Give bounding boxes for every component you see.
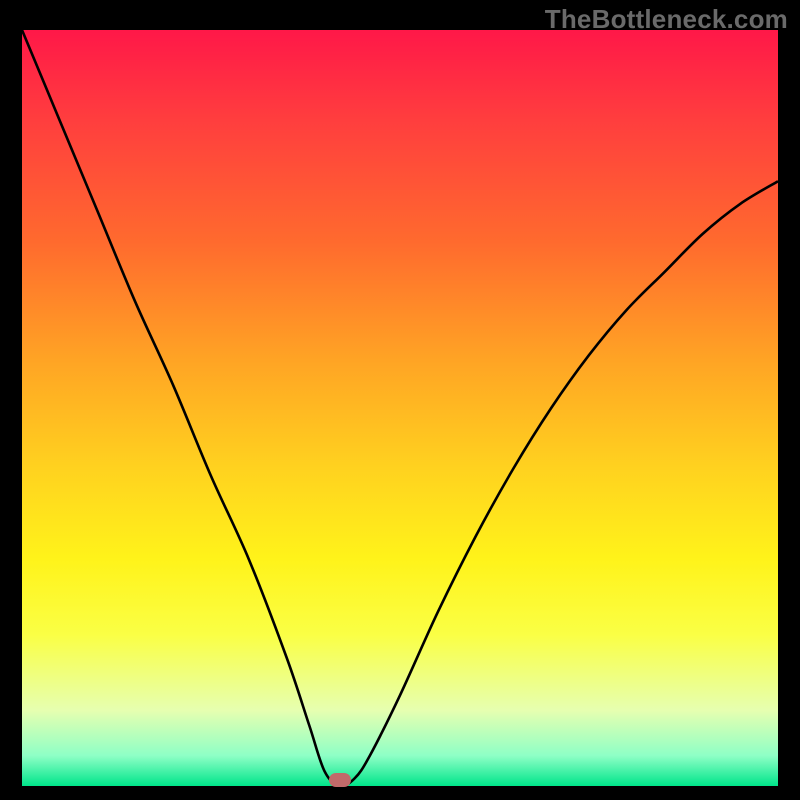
bottleneck-curve — [22, 30, 778, 786]
optimal-point-marker — [329, 773, 351, 787]
watermark-text: TheBottleneck.com — [545, 4, 788, 35]
curve-path — [22, 30, 778, 786]
chart-frame: TheBottleneck.com — [0, 0, 800, 800]
plot-area — [22, 30, 778, 786]
